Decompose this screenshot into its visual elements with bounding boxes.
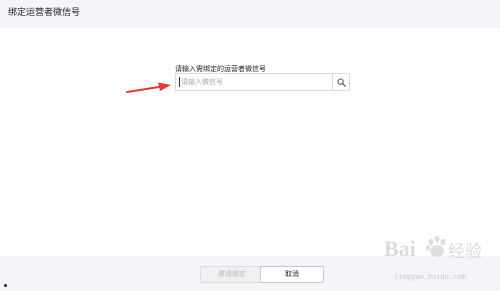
dialog-header: 绑定运营者微信号 [0, 0, 500, 28]
svg-text:经验: 经验 [448, 242, 482, 262]
search-button[interactable] [332, 74, 349, 90]
svg-text:Bai: Bai [384, 236, 416, 261]
invite-bind-button[interactable]: 邀请绑定 [200, 266, 264, 283]
cancel-button[interactable]: 取消 [260, 266, 324, 283]
search-icon [336, 77, 346, 87]
footer-dot [4, 284, 7, 287]
text-caret [179, 77, 180, 87]
watermark-url: jingyan.baidu.com [394, 273, 466, 281]
wechat-id-input[interactable] [176, 74, 331, 90]
red-arrow-annotation [126, 82, 171, 93]
dialog-title: 绑定运营者微信号 [8, 8, 81, 18]
wechat-id-search-box [175, 73, 350, 91]
baidu-jingyan-watermark: Bai 经验 [384, 235, 482, 262]
bind-operator-dialog: 绑定运营者微信号 请输入需绑定的运营者微信号 邀请绑定 取消 Bai 经验 [0, 0, 500, 291]
